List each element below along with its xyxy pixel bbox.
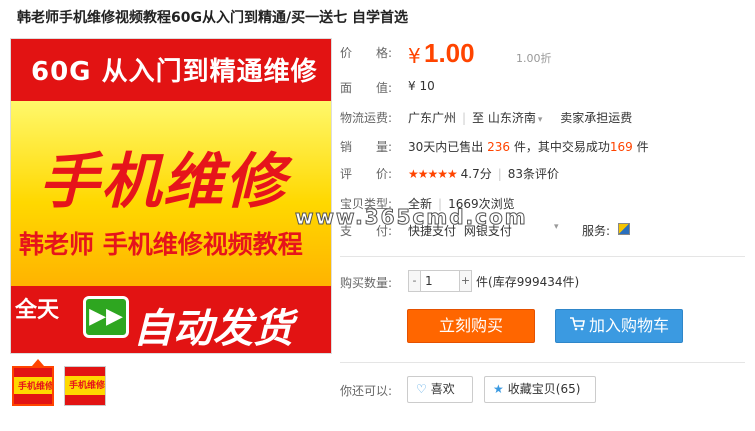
cart-icon <box>569 310 585 342</box>
add-to-cart-label: 加入购物车 <box>588 316 669 335</box>
face-value-label: 面 值: <box>340 81 393 95</box>
like-button[interactable]: ♡ 喜欢 <box>407 376 473 403</box>
divider-2 <box>340 362 745 363</box>
sales-count: 236 <box>487 140 511 154</box>
price-discount: 1.00折 <box>516 52 552 65</box>
rating-label: 评 价: <box>340 167 393 181</box>
image-auto-text: 自动发货 <box>133 306 293 352</box>
thumbnail-2[interactable]: 手机维修 <box>64 366 106 406</box>
main-product-image[interactable]: 60G 从入门到精通维修 手机维修 韩老师 手机维修视频教程 全天 ▶▶ 自动发… <box>10 38 332 354</box>
rating-score: 4.7分 <box>460 167 492 181</box>
price-currency: ¥ <box>408 44 421 68</box>
shipping-to: 山东济南 <box>487 111 536 125</box>
like-label: 喜欢 <box>430 382 455 396</box>
chevron-down-icon: ▾ <box>537 115 543 125</box>
sales-label: 销 量: <box>340 140 393 154</box>
star-icon: ★ <box>493 382 504 396</box>
image-bottom-banner: 全天 ▶▶ 自动发货 <box>11 286 331 353</box>
also-label: 你还可以: <box>340 384 393 398</box>
price-value: 1.00 <box>424 38 475 68</box>
thumbnail-1[interactable]: 手机维修 <box>12 366 54 406</box>
service-label: 服务: <box>582 224 611 238</box>
sales-success: 169 <box>609 140 633 154</box>
quantity-stock: (库存999434件) <box>488 274 580 289</box>
item-type-label: 宝贝类型: <box>340 197 393 211</box>
shipping-note: 卖家承担运费 <box>560 111 633 125</box>
quantity-input[interactable]: 1 <box>421 270 459 292</box>
quantity-row: 购买数量: - 1 + 件 (库存999434件) <box>340 270 750 298</box>
rating-reviews-link[interactable]: 83条评价 <box>508 167 559 181</box>
product-title: 韩老师手机维修视频教程60G从入门到精通/买一送七 自学首选 <box>17 10 408 26</box>
image-allday-text: 全天 <box>15 298 60 323</box>
sales-suffix: 件 <box>636 140 649 154</box>
price-label: 价 格: <box>340 46 393 60</box>
quantity-unit: 件 <box>476 274 489 289</box>
quantity-label: 购买数量: <box>340 276 393 290</box>
thumb-indicator-icon <box>32 359 44 366</box>
favorite-button[interactable]: ★ 收藏宝贝(65) <box>484 376 596 403</box>
item-type-value: 全新 <box>408 197 433 211</box>
buy-now-button[interactable]: 立刻购买 <box>407 309 535 343</box>
image-sub-text: 韩老师 手机维修视频教程 <box>19 230 303 259</box>
payment-dropdown-icon[interactable]: ▾ <box>554 222 559 232</box>
quantity-minus-button[interactable]: - <box>408 270 421 292</box>
play-icon: ▶▶ <box>83 296 129 338</box>
thumbnail-2-label: 手机维修 <box>69 381 106 391</box>
payment-method-1: 快捷支付 <box>408 224 457 238</box>
sales-prefix: 30天内已售出 <box>408 140 484 154</box>
face-value: ¥ 10 <box>408 79 435 93</box>
sales-mid: 件，其中交易成功 <box>513 140 610 154</box>
thumbnail-list: 手机维修 手机维修 <box>12 366 106 406</box>
image-middle: 手机维修 韩老师 手机维修视频教程 <box>11 101 331 286</box>
shipping-label: 物流运费: <box>340 111 393 125</box>
image-top-text: 60G 从入门到精通维修 <box>31 57 318 87</box>
heart-icon: ♡ <box>416 382 427 396</box>
service-icon[interactable] <box>618 223 630 235</box>
shipping-to-label: 至 <box>472 111 485 125</box>
divider-1 <box>340 256 745 257</box>
rating-stars-icon: ★★★★★ <box>408 167 458 181</box>
price-row: 价 格: ¥ 1.00 1.00折 <box>340 38 750 72</box>
shipping-to-select[interactable]: 山东济南 ▾ <box>488 111 543 125</box>
image-top-banner: 60G 从入门到精通维修 <box>11 39 331 101</box>
payment-method-2: 网银支付 <box>463 224 512 238</box>
quantity-plus-button[interactable]: + <box>459 270 472 292</box>
quantity-stepper: - 1 + 件 (库存999434件) <box>408 270 579 292</box>
image-big-text: 手机维修 <box>39 147 287 217</box>
thumbnail-1-label: 手机维修 <box>18 382 54 392</box>
add-to-cart-button[interactable]: 加入购物车 <box>555 309 683 343</box>
item-views: 1669次浏览 <box>448 197 515 211</box>
favorite-label: 收藏宝贝(65) <box>507 382 581 396</box>
shipping-from: 广东广州 <box>408 111 457 125</box>
payment-label: 支 付: <box>340 224 393 238</box>
